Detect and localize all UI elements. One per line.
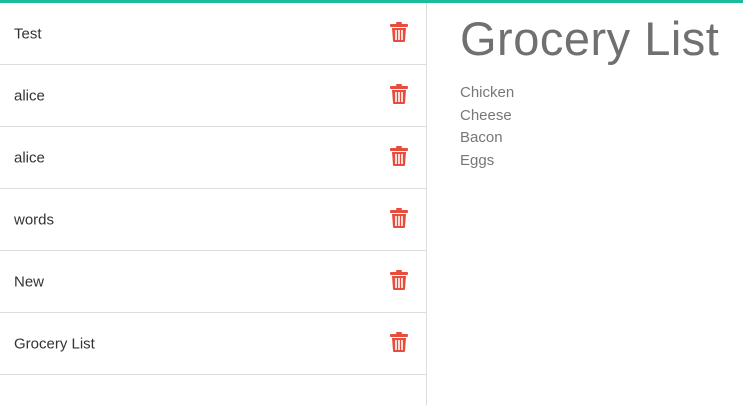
trash-icon[interactable] [390,269,408,290]
note-line: Chicken [460,84,515,101]
note-title: Grocery List [14,335,95,352]
note-list-item[interactable]: New [0,251,426,313]
trash-icon[interactable] [390,83,408,104]
note-title: alice [14,149,45,166]
trash-icon[interactable] [390,21,408,42]
note-list-item[interactable]: words [0,189,426,251]
note-list-item[interactable]: Test [0,3,426,65]
note-body: Chicken Cheese Bacon Eggs [460,82,514,172]
note-heading: Grocery List [460,12,720,65]
note-title: words [14,211,55,228]
note-line: Eggs [460,151,495,169]
note-list-item[interactable]: Grocery List [0,313,426,375]
note-title: alice [14,87,45,104]
trash-icon[interactable] [390,207,408,228]
note-title: Test [14,25,42,42]
note-line: Bacon [460,129,503,146]
trash-icon[interactable] [390,145,408,166]
note-title: New [14,273,45,290]
note-line: Cheese [460,106,512,124]
note-list-item[interactable]: alice [0,65,426,127]
notes-sidebar: Test alice alice words New Grocery List [0,3,427,405]
note-list-item[interactable]: alice [0,127,426,189]
note-view: Grocery List Chicken Cheese Bacon Eggs [428,3,743,405]
trash-icon[interactable] [390,331,408,352]
